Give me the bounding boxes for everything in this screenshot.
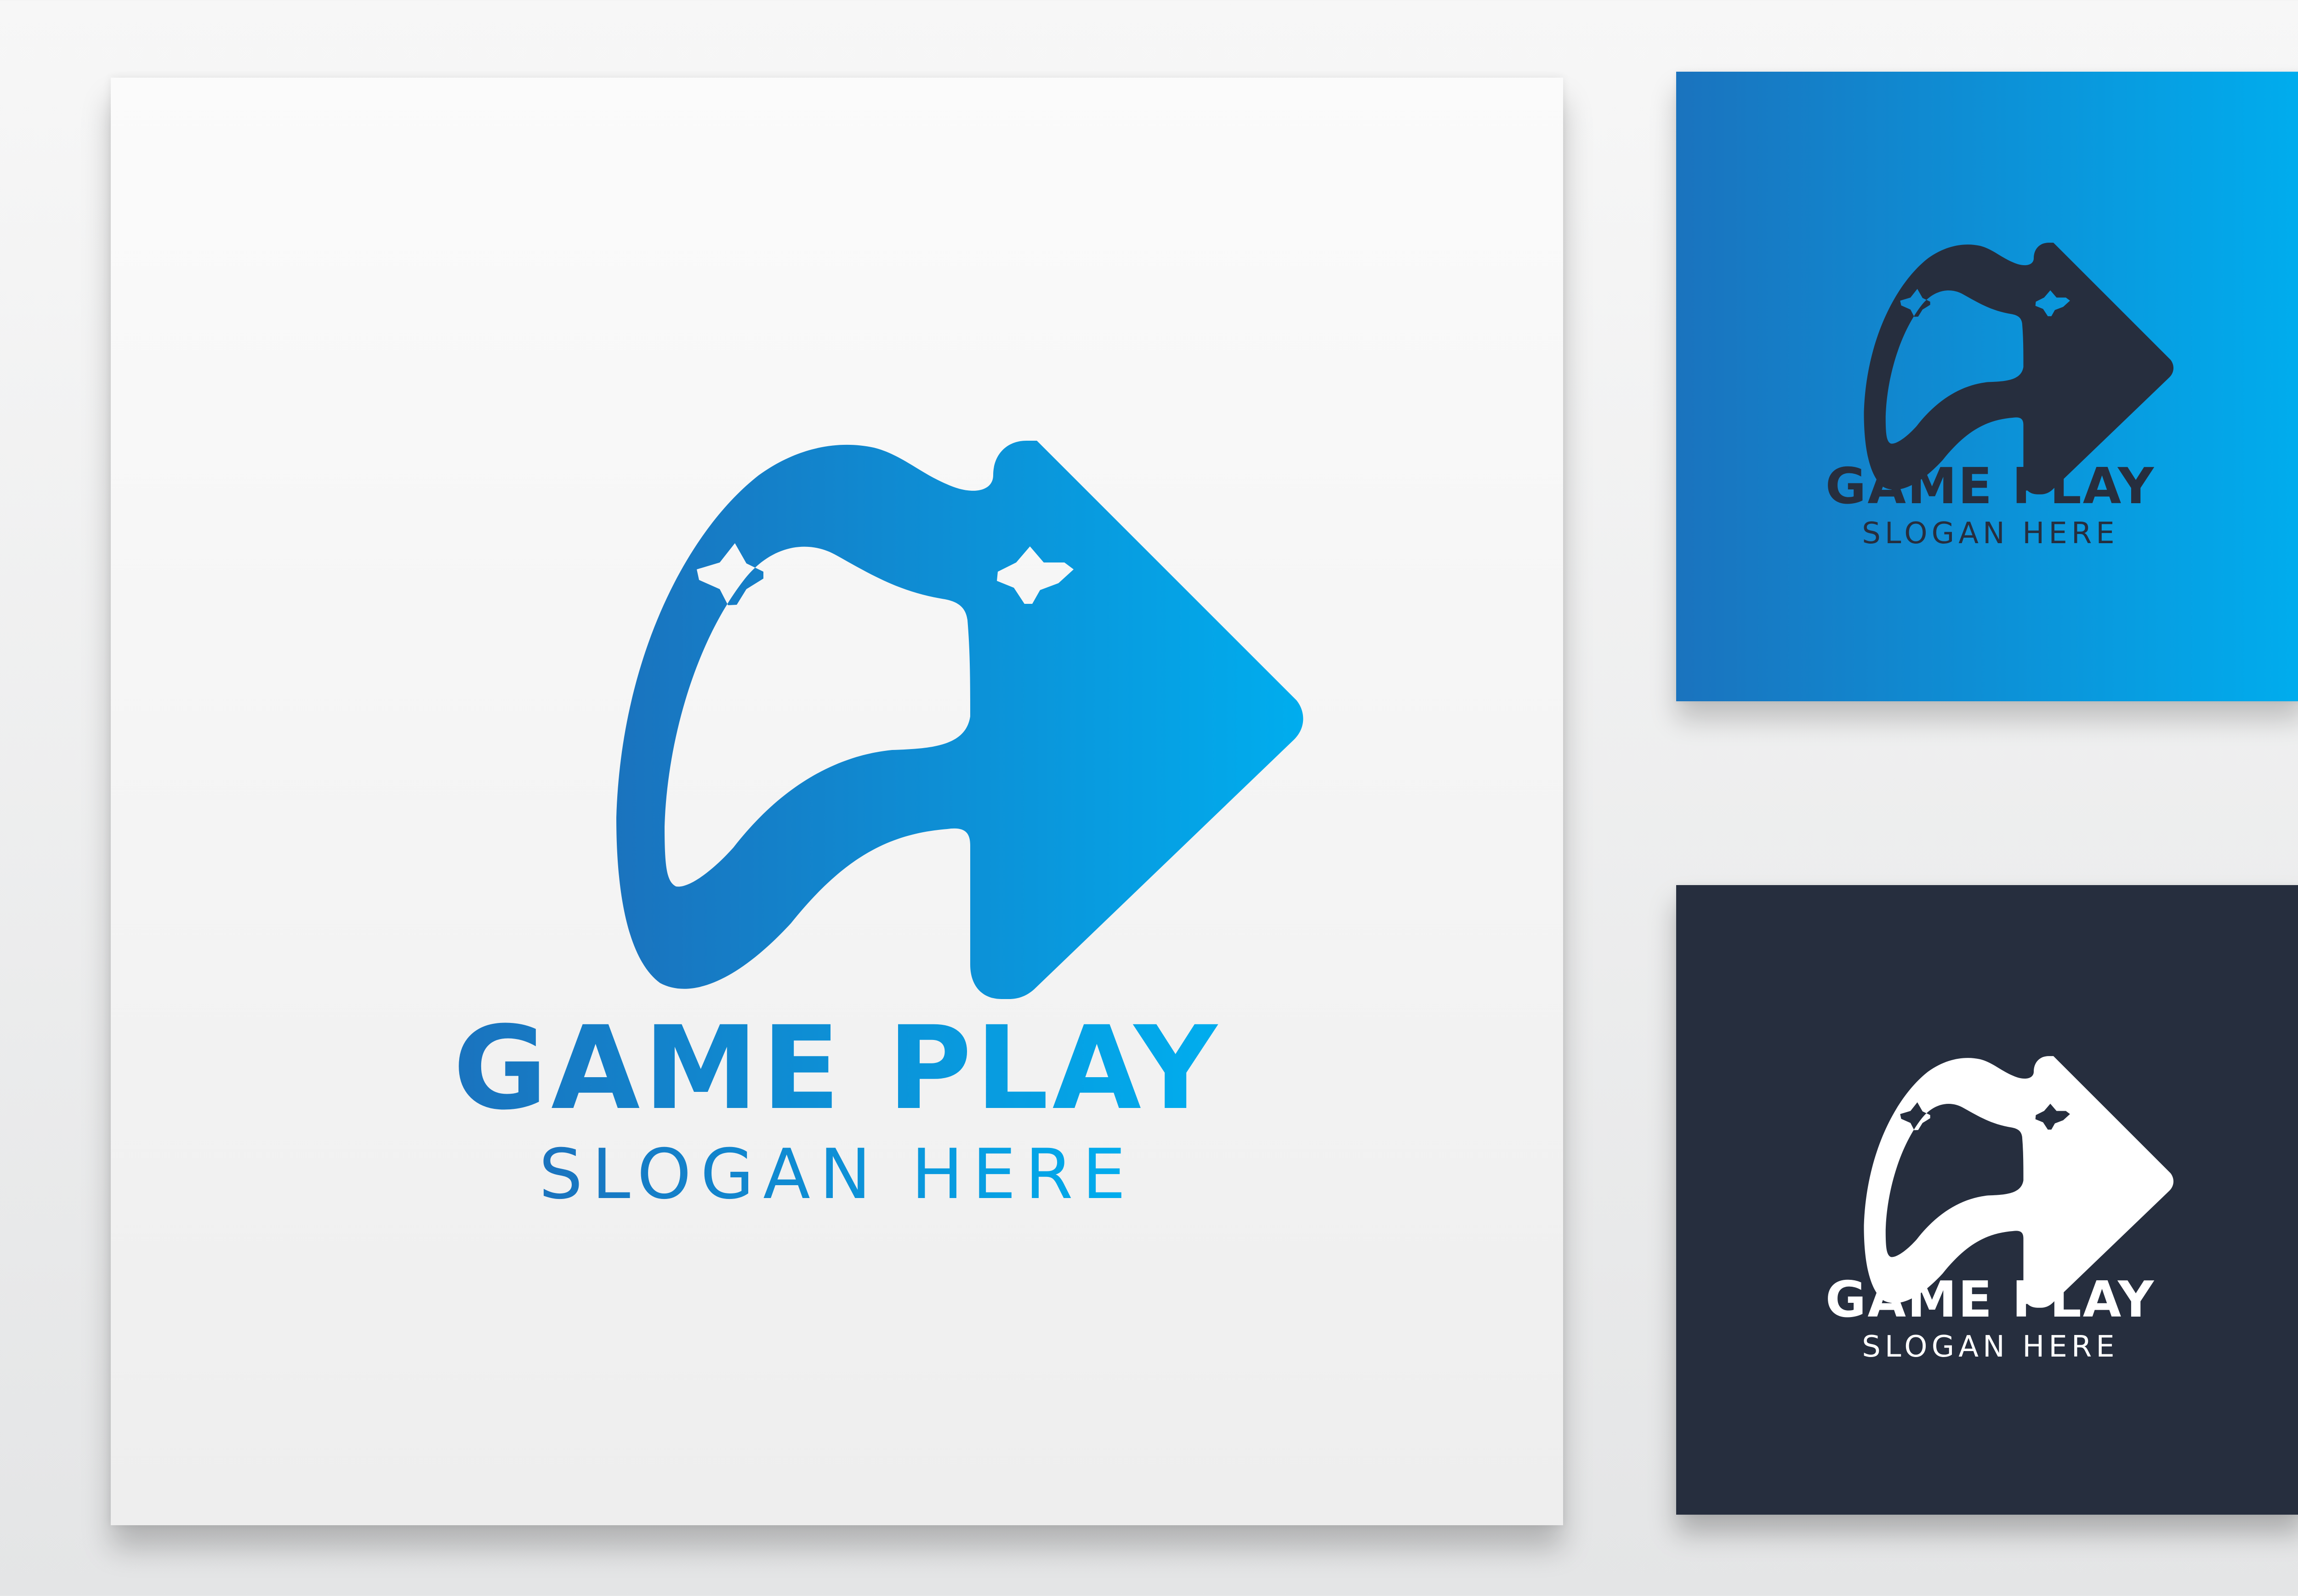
logo-card-blue: GAME PLAY SLOGAN HERE (1676, 72, 2298, 701)
logo-wordmark: GAME PLAY (1825, 1271, 2156, 1329)
logo-slogan: SLOGAN HERE (1862, 1330, 2119, 1364)
logo-card-dark: GAME PLAY SLOGAN HERE (1676, 885, 2298, 1515)
logo-slogan: SLOGAN HERE (1862, 517, 2119, 551)
gamepad-play-icon (616, 386, 1315, 1038)
logo-wordmark: GAME PLAY (1825, 458, 2156, 515)
logo-slogan: SLOGAN HERE (539, 1135, 1135, 1215)
logo-wordmark: GAME PLAY (453, 1001, 1221, 1135)
logo-card-main: GAME PLAY SLOGAN HERE (111, 78, 1563, 1525)
